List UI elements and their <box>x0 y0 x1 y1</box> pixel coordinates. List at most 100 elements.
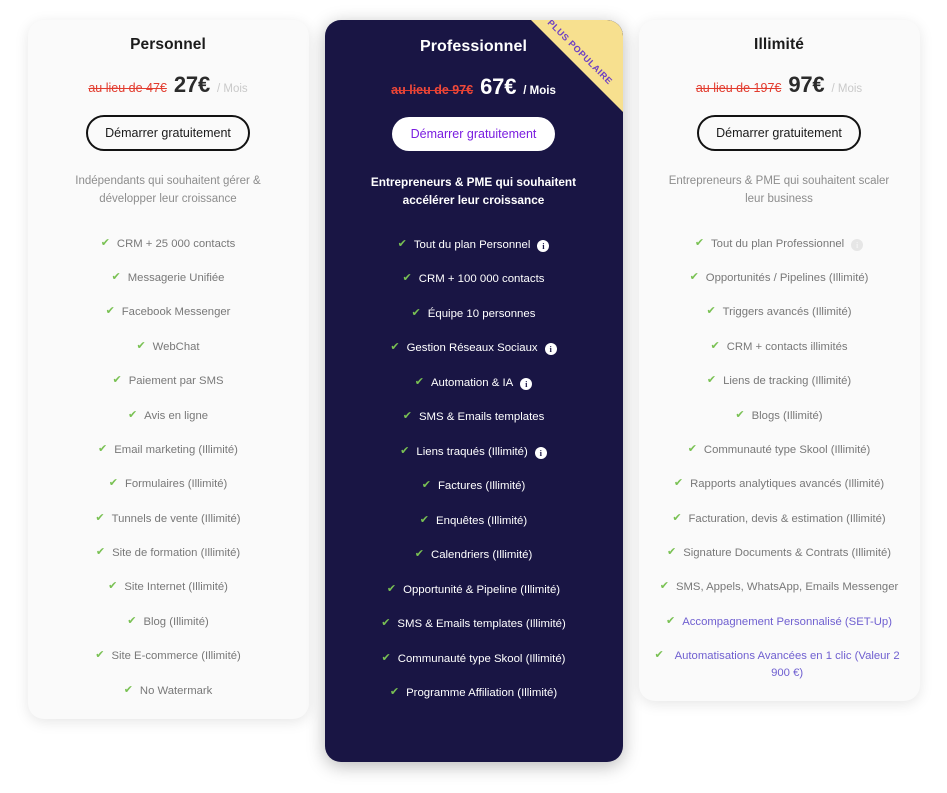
feature-label: Facebook Messenger <box>121 306 231 319</box>
check-icon: ✔ <box>400 444 410 457</box>
feature-item: ✔ CRM + 100 000 contacts <box>335 271 613 288</box>
check-icon: ✔ <box>419 513 430 526</box>
feature-label: CRM + 25 000 contacts <box>116 237 236 250</box>
check-icon: ✔ <box>687 442 697 455</box>
feature-label: Tout du plan Professionnel <box>711 237 845 250</box>
feature-label: Liens traqués (Illimité) <box>416 445 528 458</box>
plan-description: Entrepreneurs & PME qui souhaitent accél… <box>370 175 577 208</box>
feature-item: ✔ Programme Affiliation (Illimité) <box>335 685 613 702</box>
check-icon: ✔ <box>381 617 391 630</box>
price-row: au lieu de 197€ 97€ / Mois <box>696 72 862 98</box>
info-icon[interactable]: i <box>544 343 557 356</box>
feature-item: ✔ Triggers avancés (Illimité) <box>649 304 910 320</box>
feature-label: Automatisations Avancées en 1 clic (Vale… <box>674 650 900 679</box>
check-icon: ✔ <box>123 683 133 696</box>
feature-label: Enquêtes (Illimité) <box>436 514 528 527</box>
info-icon[interactable]: i <box>537 239 550 252</box>
check-icon: ✔ <box>402 410 412 423</box>
billing-period: / Mois <box>831 83 863 95</box>
start-free-button[interactable]: Démarrer gratuitement <box>86 115 250 151</box>
check-icon: ✔ <box>694 236 705 249</box>
check-icon: ✔ <box>127 614 137 627</box>
feature-label: Site Internet (Illimité) <box>124 581 228 594</box>
feature-item: ✔ Email marketing (Illimité) <box>38 442 299 458</box>
feature-label: Email marketing (Illimité) <box>114 443 238 456</box>
check-icon: ✔ <box>381 651 391 664</box>
check-icon: ✔ <box>710 339 720 352</box>
feature-label: Avis en ligne <box>144 409 209 422</box>
feature-item: ✔ CRM + 25 000 contacts <box>38 236 299 252</box>
check-icon: ✔ <box>402 272 412 285</box>
feature-label: Tunnels de vente (Illimité) <box>111 512 241 525</box>
feature-label: Site de formation (Illimité) <box>112 547 241 559</box>
feature-label: Accompagnement Personnalisé (SET-Up) <box>682 615 892 628</box>
feature-item: ✔ Opportunité & Pipeline (Illimité) <box>335 582 613 599</box>
pricing-table: Personnel au lieu de 47€ 27€ / Mois Démarrer… <box>0 0 947 793</box>
feature-item: ✔ Tout du plan Professionnel i <box>649 236 910 252</box>
feature-item: ✔ Calendriers (Illimité) <box>335 547 613 564</box>
feature-label: Opportunités / Pipelines (Illimité) <box>705 272 869 284</box>
feature-label: SMS & Emails templates (Illimité) <box>397 618 566 631</box>
old-price: au lieu de 197€ <box>695 81 782 95</box>
feature-item: ✔ Automation & IA i <box>335 375 613 392</box>
feature-label: Blog (Illimité) <box>143 615 209 628</box>
feature-label: WebChat <box>152 340 200 353</box>
feature-item: ✔ Opportunités / Pipelines (Illimité) <box>649 270 910 286</box>
plan-name: Personnel <box>130 36 206 53</box>
feature-item: ✔ WebChat <box>38 339 299 355</box>
check-icon: ✔ <box>411 306 421 319</box>
feature-label: Factures (Illimité) <box>437 480 526 493</box>
check-icon: ✔ <box>706 374 717 387</box>
feature-item: ✔ Site de formation (Illimité) <box>38 545 299 561</box>
feature-label: Opportunité & Pipeline (Illimité) <box>403 583 561 596</box>
feature-label: Site E-commerce (Illimité) <box>111 650 241 663</box>
feature-label: Blogs (Illimité) <box>751 409 823 422</box>
info-icon[interactable]: i <box>534 446 547 459</box>
feature-label: SMS & Emails templates <box>418 411 545 424</box>
info-icon[interactable]: i <box>520 377 533 390</box>
feature-label: Rapports analytiques avancés (Illimité) <box>690 478 885 491</box>
feature-item: ✔ Signature Documents & Contrats (Illimit… <box>649 545 910 561</box>
check-icon: ✔ <box>672 511 682 524</box>
check-icon: ✔ <box>389 686 400 699</box>
start-free-button[interactable]: Démarrer gratuitement <box>697 115 861 151</box>
feature-list: ✔ Tout du plan Personnel i ✔ CRM + 100 000 c… <box>335 237 613 702</box>
check-icon: ✔ <box>735 408 745 421</box>
plan-description: Entrepreneurs & PME qui souhaitent scale… <box>668 175 890 205</box>
old-price: au lieu de 97€ <box>391 83 474 97</box>
feature-label: Gestion Réseaux Sociaux <box>406 342 538 355</box>
check-icon: ✔ <box>421 479 431 492</box>
feature-item: ✔ Factures (Illimité) <box>335 478 613 495</box>
billing-period: / Mois <box>523 85 556 97</box>
check-icon: ✔ <box>95 511 105 524</box>
feature-item: ✔ Liens traqués (Illimité) i <box>335 444 613 461</box>
plan-description: Indépendants qui souhaitent gérer & déve… <box>75 175 261 205</box>
pricing-card-personnel: Personnel au lieu de 47€ 27€ / Mois Démarrer… <box>27 20 309 719</box>
feature-item: ✔ Paiement par SMS <box>38 373 299 389</box>
check-icon: ✔ <box>386 582 397 595</box>
feature-item: ✔ SMS & Emails templates (Illimité) <box>335 616 613 633</box>
start-free-button[interactable]: Démarrer gratuitement <box>391 117 556 151</box>
current-price: 97€ <box>788 72 825 97</box>
pricing-card-professionnel: PLUS POPULAIRE Professionnel au lieu de 97… <box>324 20 623 762</box>
feature-label: Équipe 10 personnes <box>427 307 536 320</box>
check-icon: ✔ <box>397 237 407 250</box>
check-icon: ✔ <box>414 375 424 388</box>
feature-item: ✔ Communauté type Skool (Illimité) <box>649 442 910 458</box>
feature-list: ✔ Tout du plan Professionnel i ✔ Opportunité… <box>649 236 910 681</box>
check-icon: ✔ <box>136 339 146 352</box>
check-icon: ✔ <box>95 546 106 558</box>
feature-item: ✔ Facturation, devis & estimation (Illimi… <box>649 511 910 527</box>
feature-item: ✔ Messagerie Unifiée <box>38 270 299 286</box>
check-icon: ✔ <box>654 649 664 662</box>
info-icon[interactable]: i <box>851 238 864 251</box>
check-icon: ✔ <box>127 408 138 421</box>
feature-label: Liens de tracking (Illimité) <box>723 375 852 388</box>
check-icon: ✔ <box>112 374 122 387</box>
feature-item: ✔ Gestion Réseaux Sociaux i <box>335 340 613 357</box>
current-price: 27€ <box>173 72 210 97</box>
feature-item: ✔ Équipe 10 personnes <box>335 306 613 323</box>
feature-item: ✔ Tout du plan Personnel i <box>335 237 613 254</box>
old-price: au lieu de 47€ <box>88 81 167 95</box>
check-icon: ✔ <box>105 305 115 318</box>
